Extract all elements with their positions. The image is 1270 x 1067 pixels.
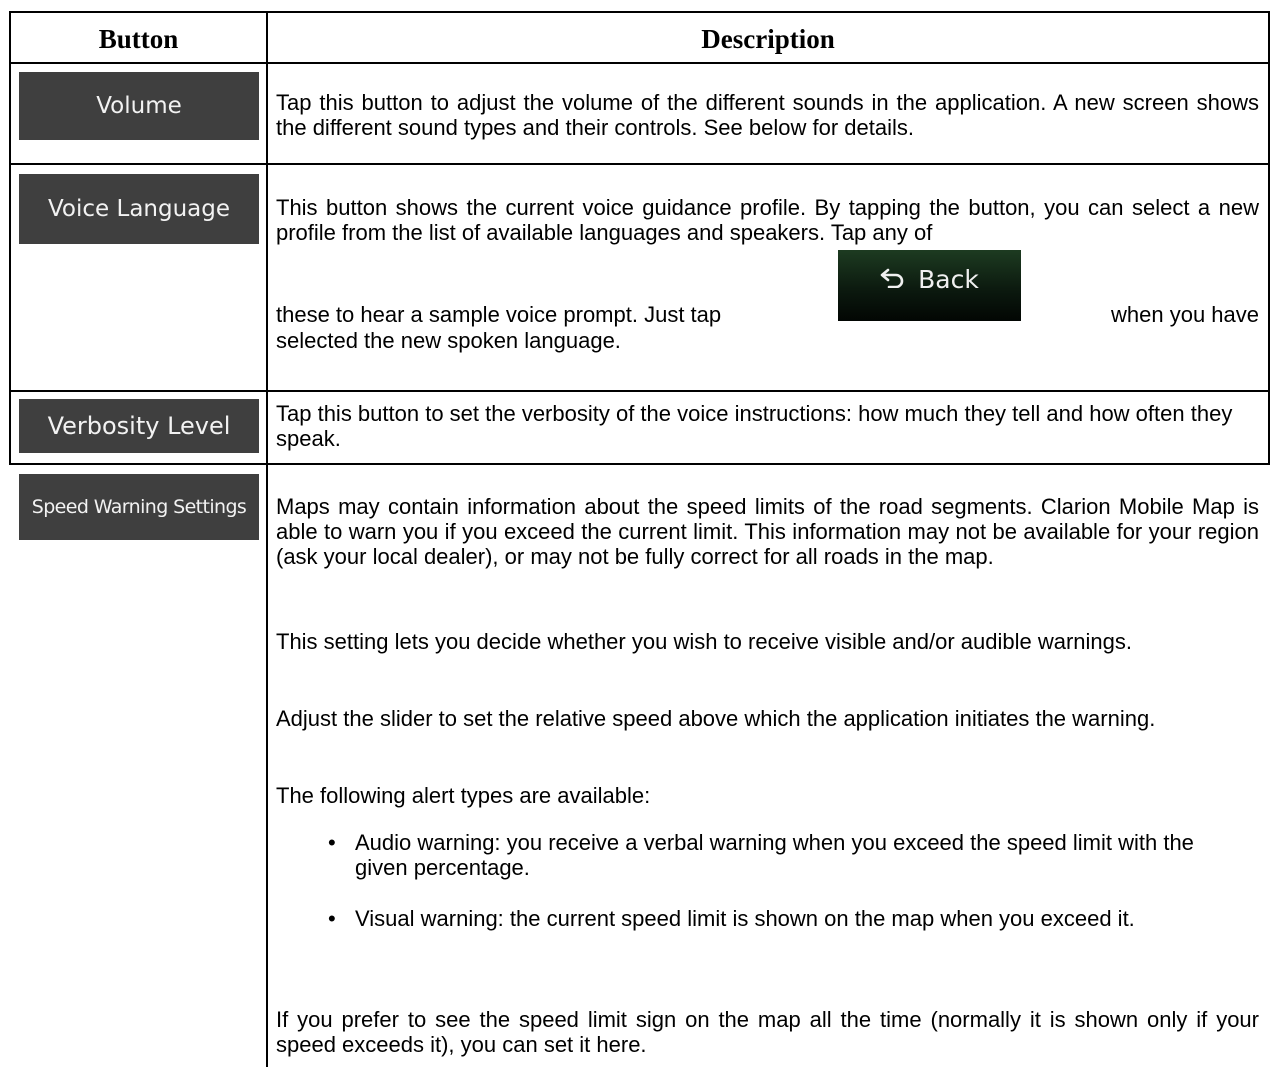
bullet-icon: • [328,906,336,931]
speed-warning-closing: If you prefer to see the speed limit sig… [276,1007,1259,1057]
verbosity-level-button[interactable]: Verbosity Level [19,399,259,453]
voice-language-description-before: these to hear a sample voice prompt. Jus… [276,302,722,327]
verbosity-level-description: Tap this button to set the verbosity of … [276,401,1233,451]
voice-language-button-label: Voice Language [47,196,231,222]
speed-warning-settings-button[interactable]: Speed Warning Settings [19,474,259,540]
voice-language-button[interactable]: Voice Language [19,174,259,244]
column-header-button: Button [98,24,179,54]
verbosity-level-button-label: Verbosity Level [47,412,231,440]
speed-warning-paragraph: This setting lets you decide whether you… [276,629,1133,654]
bullet-item-visual-warning: Visual warning: the current speed limit … [355,906,1135,931]
volume-button[interactable]: Volume [19,72,259,140]
table-border-left [9,11,11,465]
voice-language-description-end: selected the new spoken language. [276,328,621,353]
bullet-item-audio-warning: Audio warning: you receive a verbal warn… [355,830,1194,880]
bullet-icon: • [328,830,336,855]
back-arrow-icon [880,268,904,288]
speed-warning-paragraph: Maps may contain information about the s… [276,494,1259,569]
volume-button-label: Volume [96,93,182,119]
table-border-top [9,11,1270,13]
table-divider [9,390,1270,392]
volume-description: Tap this button to adjust the volume of … [276,90,1259,140]
table-column-divider [266,11,268,1067]
speed-warning-paragraph: The following alert types are available: [276,783,651,808]
table-divider [9,463,1270,465]
voice-language-description-after: when you have [1111,302,1259,327]
column-header-description: Description [701,24,835,54]
voice-language-description: This button shows the current voice guid… [276,195,1259,245]
speed-warning-settings-button-label: Speed Warning Settings [31,496,247,518]
back-button[interactable]: Back [838,250,1021,321]
table-divider [9,163,1270,165]
speed-warning-paragraph: Adjust the slider to set the relative sp… [276,706,1156,731]
back-button-label: Back [918,265,979,294]
table-divider [9,62,1270,64]
